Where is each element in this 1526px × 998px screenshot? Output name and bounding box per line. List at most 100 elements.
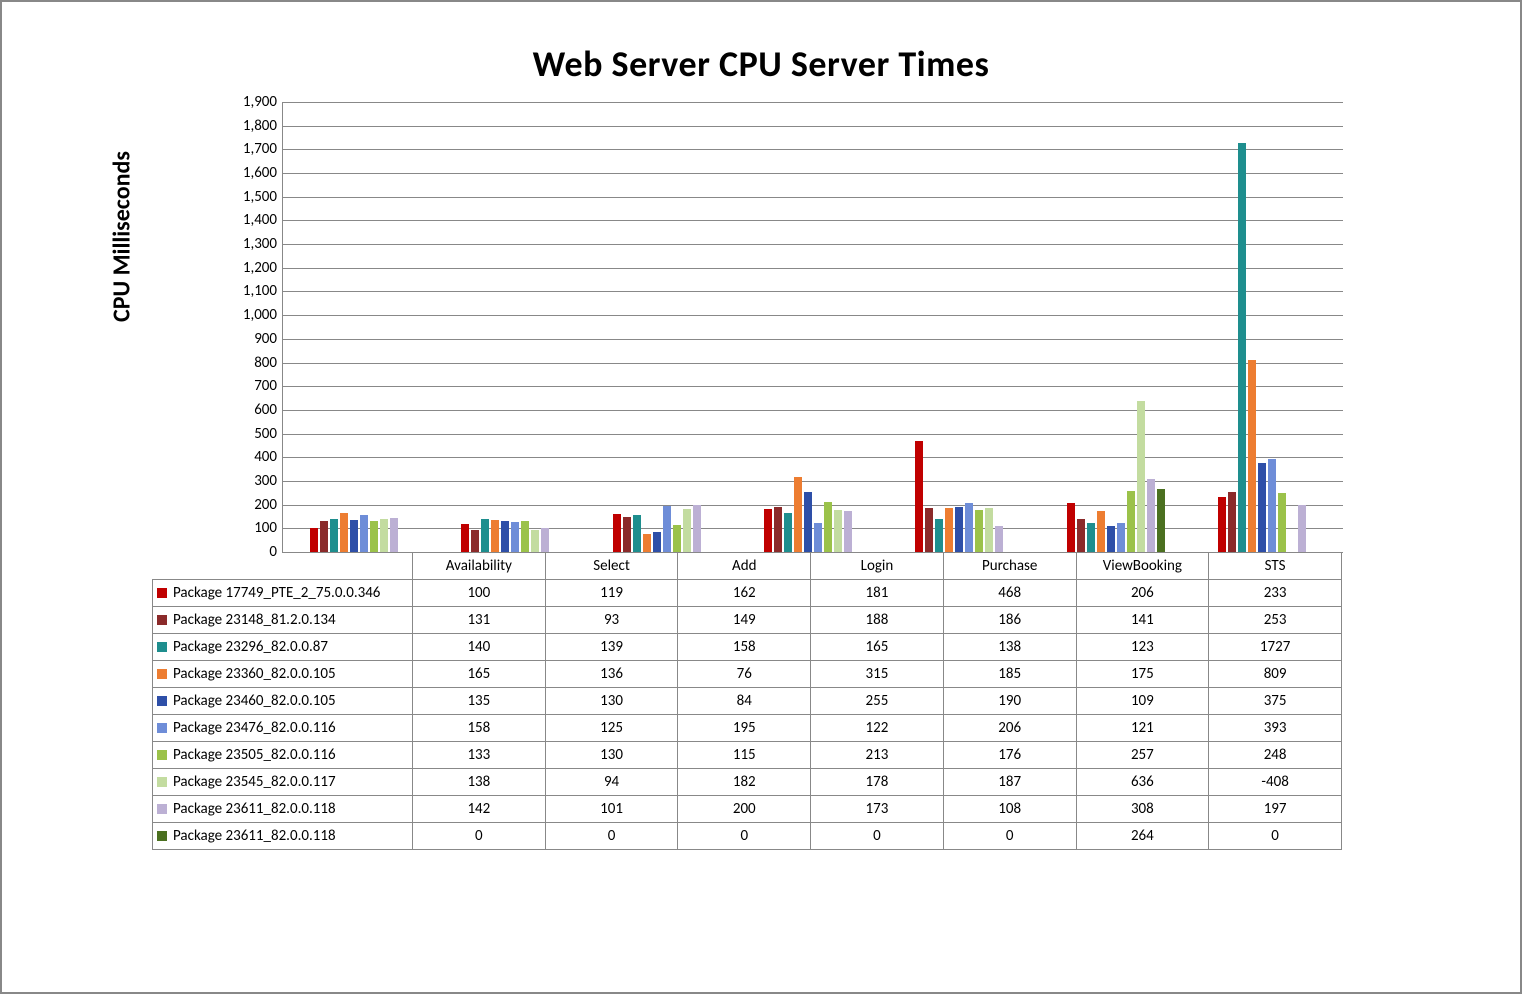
table-row: Package 17749_PTE_2_75.0.0.3461001191621… [153,580,1342,607]
data-cell: 100 [413,580,546,607]
bar [1107,526,1115,552]
data-cell: 182 [678,769,811,796]
bar [511,522,519,552]
data-cell: 185 [943,661,1076,688]
data-cell: 176 [943,742,1076,769]
series-label-text: Package 23460_82.0.0.105 [173,692,336,710]
legend-swatch-icon [157,696,167,706]
chart-title: Web Server CPU Server Times [2,2,1520,96]
bar [310,528,318,552]
data-cell: 162 [678,580,811,607]
bar [653,532,661,552]
table-row: Package 23360_82.0.0.1051651367631518517… [153,661,1342,688]
data-cell: 125 [545,715,678,742]
bar [491,520,499,552]
table-row: Package 23476_82.0.0.1161581251951222061… [153,715,1342,742]
series-label-text: Package 23611_82.0.0.118 [173,827,336,845]
data-cell: 122 [811,715,944,742]
series-label-cell: Package 23360_82.0.0.105 [153,661,413,688]
data-cell: 248 [1209,742,1342,769]
data-cell: 375 [1209,688,1342,715]
series-label-cell: Package 23611_82.0.0.118 [153,823,413,850]
bar [935,519,943,552]
data-cell: 149 [678,607,811,634]
data-cell: 94 [545,769,678,796]
plot-area: 01002003004005006007008009001,0001,1001,… [282,102,1343,553]
bar [784,513,792,552]
bar [320,521,328,552]
bar [461,524,469,552]
series-label-cell: Package 23460_82.0.0.105 [153,688,413,715]
category-group [1192,102,1343,552]
legend-swatch-icon [157,615,167,625]
chart-frame: Web Server CPU Server Times CPU Millisec… [0,0,1522,994]
y-tick-label: 100 [227,519,277,537]
data-table: AvailabilitySelectAddLoginPurchaseViewBo… [152,552,1342,850]
data-cell: 109 [1076,688,1209,715]
y-tick-label: 500 [227,425,277,443]
bar [915,441,923,552]
y-axis-label: CPU Milliseconds [108,137,137,337]
y-tick-label: 1,600 [227,164,277,182]
data-cell: 142 [413,796,546,823]
bar [814,523,822,552]
series-label-text: Package 23505_82.0.0.116 [173,746,336,764]
bar [774,507,782,552]
data-cell: 123 [1076,634,1209,661]
category-header-cell: STS [1209,553,1342,580]
y-tick-label: 400 [227,448,277,466]
data-cell: 255 [811,688,944,715]
bar [965,503,973,552]
bar [1248,360,1256,552]
category-header-cell: Add [678,553,811,580]
series-label-text: Package 23611_82.0.0.118 [173,800,336,818]
data-cell: 393 [1209,715,1342,742]
data-cell: 131 [413,607,546,634]
table-row: Package 23296_82.0.0.8714013915816513812… [153,634,1342,661]
legend-swatch-icon [157,723,167,733]
series-label-text: Package 23545_82.0.0.117 [173,773,336,791]
bar [390,518,398,552]
category-group [283,102,434,552]
y-tick-label: 1,500 [227,188,277,206]
category-group [586,102,737,552]
bar [844,511,852,552]
data-cell: 636 [1076,769,1209,796]
data-cell: 175 [1076,661,1209,688]
data-cell: 188 [811,607,944,634]
legend-swatch-icon [157,669,167,679]
series-label-cell: Package 23148_81.2.0.134 [153,607,413,634]
data-cell: -408 [1209,769,1342,796]
series-label-cell: Package 23611_82.0.0.118 [153,796,413,823]
bar [955,507,963,552]
data-cell: 135 [413,688,546,715]
data-cell: 140 [413,634,546,661]
bar [643,534,651,552]
legend-swatch-icon [157,588,167,598]
bar [501,521,509,552]
data-cell: 121 [1076,715,1209,742]
category-header-cell: Select [545,553,678,580]
data-cell: 197 [1209,796,1342,823]
bar [683,509,691,552]
data-cell: 138 [943,634,1076,661]
series-label-text: Package 23360_82.0.0.105 [173,665,336,683]
y-tick-label: 1,900 [227,93,277,111]
bar [471,530,479,552]
data-cell: 93 [545,607,678,634]
bar [633,515,641,552]
legend-swatch-icon [157,804,167,814]
bar [1238,143,1246,552]
bar [1298,505,1306,552]
bar [1097,511,1105,552]
bar [1258,463,1266,552]
data-cell: 213 [811,742,944,769]
bar [1278,493,1286,552]
bar [1127,491,1135,552]
data-cell: 0 [678,823,811,850]
data-cell: 257 [1076,742,1209,769]
data-cell: 0 [413,823,546,850]
data-cell: 308 [1076,796,1209,823]
data-cell: 119 [545,580,678,607]
table-corner-cell [153,553,413,580]
